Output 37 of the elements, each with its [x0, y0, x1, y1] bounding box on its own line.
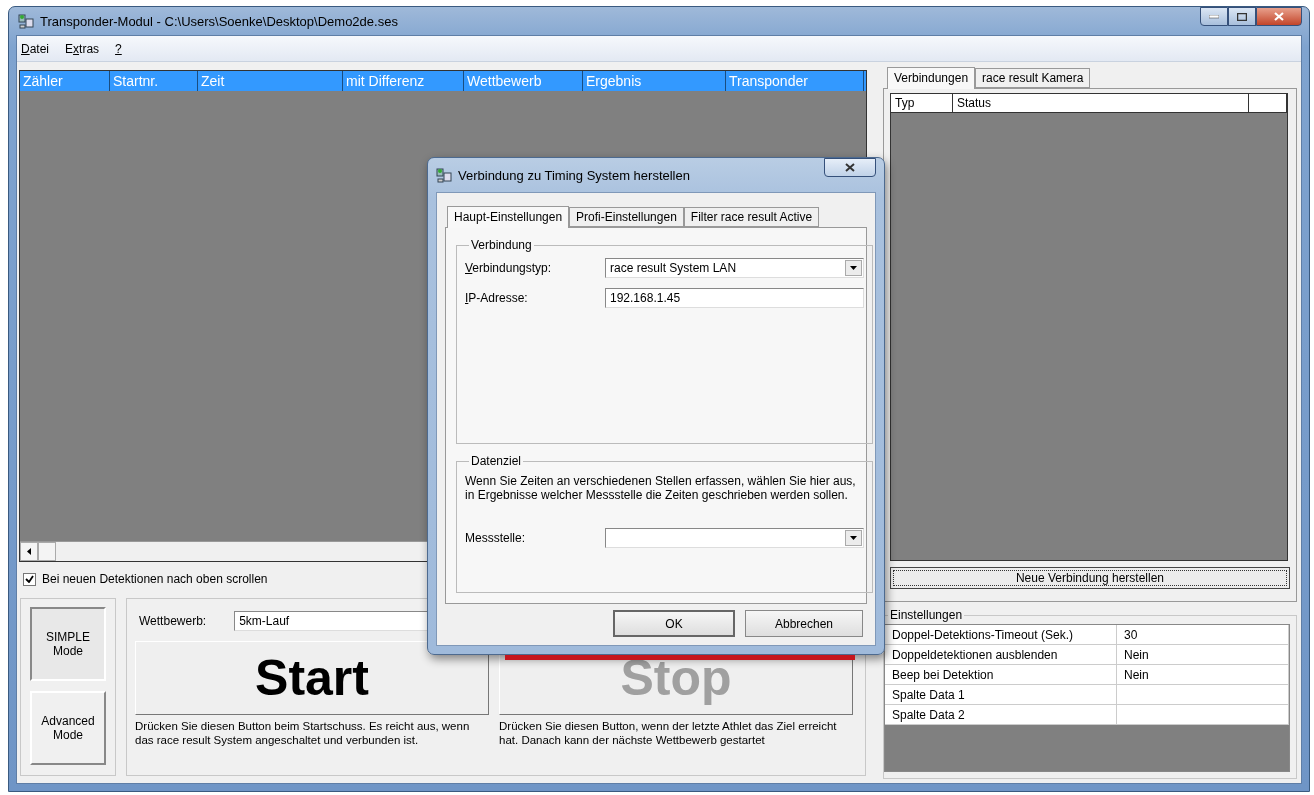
group-title: Datenziel — [470, 454, 523, 469]
ok-button[interactable]: OK — [613, 610, 735, 637]
property-name: Beep bei Detektion — [885, 665, 1117, 684]
tab[interactable]: Filter race result Active — [683, 207, 820, 227]
mode-button[interactable]: SIMPLE Mode — [30, 607, 106, 681]
tab[interactable]: Profi-Einstellungen — [569, 207, 684, 227]
button-description: Drücken Sie diesen Button beim Startschuss. Es reicht aus, wenn das race result System angeschaltet und verbunden ist. — [135, 719, 471, 748]
description-text: Wenn Sie Zeiten an verschiedenen Stellen erfassen, wählen Sie hier aus, in Ergebnisse welcher Messstelle die Zeiten geschrieben werden sollen. — [465, 474, 857, 503]
new-connection-button[interactable]: Neue Verbindung herstellen — [890, 567, 1290, 589]
button-description: Drücken Sie diesen Button, wenn der letzte Athlet das Ziel erreicht hat. Danach kann der nächste Wettbewerb gestartet — [499, 719, 838, 748]
field-label: Wettbewerb: — [139, 614, 207, 628]
property-name: Spalte Data 1 — [885, 685, 1117, 704]
input-field[interactable]: 192.168.1.45 — [605, 288, 864, 308]
property-value[interactable]: Nein — [1117, 645, 1289, 664]
property-name: Spalte Data 2 — [885, 705, 1117, 724]
menu-item[interactable]: Extras — [65, 41, 100, 56]
tab[interactable]: Haupt-Einstellungen — [447, 206, 570, 228]
column-header[interactable]: Status — [953, 94, 1249, 112]
property-value[interactable]: 30 — [1117, 625, 1289, 644]
cancel-button[interactable]: Abbrechen — [745, 610, 863, 637]
mode-button[interactable]: Advanced Mode — [30, 691, 106, 765]
group-title: Verbindung — [470, 238, 533, 252]
start-button[interactable]: Start — [135, 641, 489, 715]
checkbox-label: Bei neuen Detektionen nach oben scrollen — [42, 572, 268, 586]
menu-item[interactable]: ? — [115, 41, 122, 56]
dialog-title: Verbindung zu Timing System herstellen — [458, 167, 690, 183]
window-title: Transponder-Modul - C:\Users\Soenke\Desktop\Demo2de.ses — [40, 13, 398, 29]
menu-item[interactable]: Datei — [21, 41, 50, 56]
property-value[interactable]: Nein — [1117, 665, 1289, 684]
field-label: IP-Adresse: — [465, 291, 529, 305]
group-title: Einstellungen — [889, 608, 964, 622]
tab[interactable]: race result Kamera — [975, 68, 1091, 88]
field-label: Messstelle: — [465, 531, 527, 546]
field-label: Verbindungstyp: — [465, 261, 553, 275]
tab[interactable]: Verbindungen — [887, 67, 976, 89]
dropdown-field[interactable]: race result System LAN — [605, 258, 864, 278]
column-header[interactable]: Typ — [891, 94, 953, 112]
